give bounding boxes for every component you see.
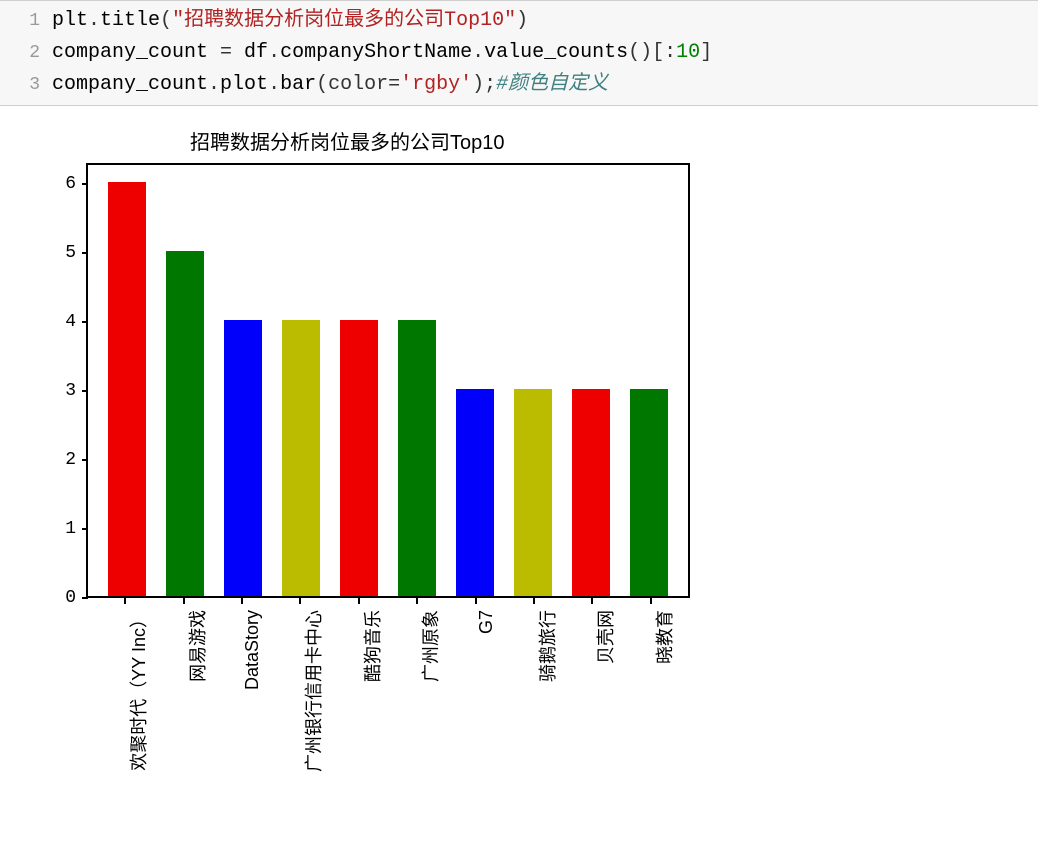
- code-line-1: 1 plt.title("招聘数据分析岗位最多的公司Top10"): [0, 5, 1038, 37]
- code-line-2: 2 company_count = df.companyShortName.va…: [0, 37, 1038, 69]
- x-tick-label: 广州原象: [417, 610, 443, 682]
- x-axis: 欢聚时代（YY Inc） 网易游戏 DataStory 广州银行信用卡中心 酷狗音乐 广州…: [86, 598, 690, 818]
- chart-output: 招聘数据分析岗位最多的公司Top10 0 1 2 3 4 5 6 欢聚时代（YY Inc） 网…: [0, 106, 1038, 828]
- x-tick-label: 酷狗音乐: [359, 610, 385, 682]
- y-tick-label: 1: [65, 519, 76, 539]
- chart-container: 0 1 2 3 4 5 6 欢聚时代（YY Inc） 网易游戏 DataStory 广州银行信用卡…: [50, 163, 690, 818]
- plot-area: [86, 163, 690, 598]
- x-tick-label: 欢聚时代（YY Inc）: [125, 610, 151, 771]
- line-number: 2: [0, 39, 52, 68]
- y-tick-label: 4: [65, 312, 76, 332]
- bar: [282, 320, 320, 596]
- x-tick-label: DataStory: [242, 610, 263, 690]
- y-tick-label: 0: [65, 588, 76, 608]
- bar: [572, 389, 610, 596]
- bar: [166, 251, 204, 596]
- bar: [514, 389, 552, 596]
- x-tick-label: 广州银行信用卡中心: [300, 610, 326, 772]
- bar: [224, 320, 262, 596]
- bar: [456, 389, 494, 596]
- x-tick-label: G7: [476, 610, 497, 634]
- x-tick-label: 网易游戏: [184, 610, 210, 682]
- bar: [340, 320, 378, 596]
- x-tick-label: 骑鹅旅行: [534, 610, 560, 682]
- bar: [398, 320, 436, 596]
- y-tick-label: 3: [65, 381, 76, 401]
- chart-title: 招聘数据分析岗位最多的公司Top10: [190, 126, 1028, 155]
- line-number: 1: [0, 7, 52, 36]
- y-axis: 0123456: [50, 163, 86, 598]
- code-block: 1 plt.title("招聘数据分析岗位最多的公司Top10") 2 comp…: [0, 0, 1038, 106]
- y-tick-label: 2: [65, 450, 76, 470]
- x-tick-label: 晓教育: [651, 610, 677, 664]
- bar: [630, 389, 668, 596]
- code-content: company_count = df.companyShortName.valu…: [52, 37, 712, 69]
- code-content: company_count.plot.bar(color='rgby');#颜色…: [52, 69, 608, 101]
- code-line-3: 3 company_count.plot.bar(color='rgby');#…: [0, 69, 1038, 101]
- code-content: plt.title("招聘数据分析岗位最多的公司Top10"): [52, 5, 528, 37]
- bar: [108, 182, 146, 596]
- y-tick-label: 6: [65, 174, 76, 194]
- y-tick-label: 5: [65, 243, 76, 263]
- x-tick-label: 贝壳网: [592, 610, 618, 664]
- line-number: 3: [0, 71, 52, 100]
